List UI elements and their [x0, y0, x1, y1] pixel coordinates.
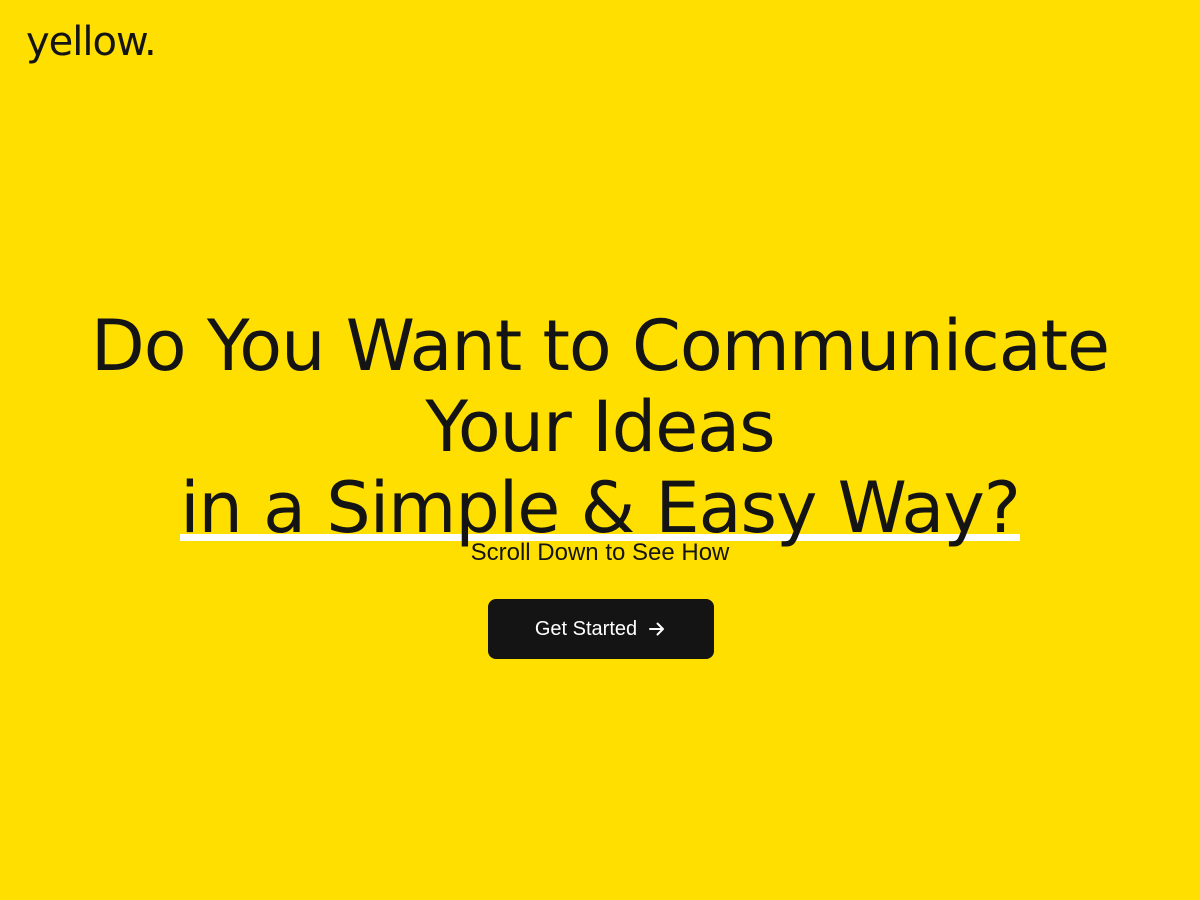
arrow-right-icon: [647, 619, 667, 639]
hero-subtext: Scroll Down to See How: [470, 539, 730, 566]
hero-section: Do You Want to Communicate Your Ideas in…: [0, 306, 1200, 549]
brand-logo[interactable]: yellow.: [26, 22, 157, 62]
headline-highlight: in a Simple & Easy Way?: [180, 467, 1021, 549]
get-started-button[interactable]: Get Started: [488, 599, 714, 659]
headline-highlight-text: in a Simple & Easy Way?: [180, 467, 1021, 549]
headline-line-1: Do You Want to Communicate: [90, 305, 1110, 387]
get-started-label: Get Started: [534, 617, 638, 640]
headline-line-2: Your Ideas: [425, 386, 775, 468]
hero-headline: Do You Want to Communicate Your Ideas in…: [0, 306, 1200, 549]
headline-line-3: in a Simple & Easy Way?: [0, 468, 1200, 549]
